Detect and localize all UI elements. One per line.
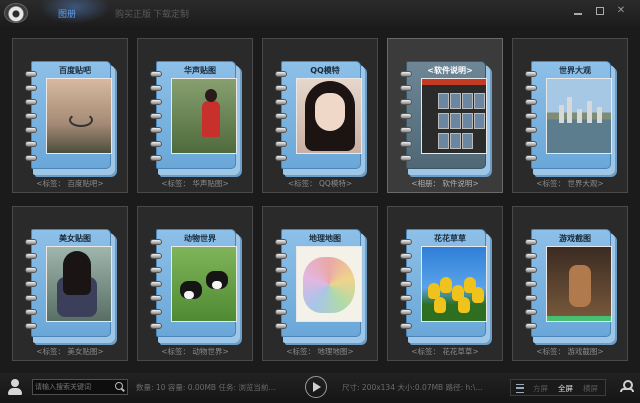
- book-cover: 地理地图: [281, 229, 362, 337]
- album-book: 百度贴吧: [25, 61, 115, 175]
- album-book: 动物世界: [150, 229, 240, 343]
- album-card[interactable]: 美女贴图 <标签： 美女贴图>: [12, 206, 128, 361]
- account-settings-icon[interactable]: [620, 379, 634, 393]
- close-icon[interactable]: ✕: [615, 5, 627, 17]
- album-card[interactable]: 百度贴吧 <标签： 百度贴吧>: [12, 38, 128, 193]
- album-caption: <标签： 华声贴图>: [161, 179, 229, 188]
- book-cover: <软件说明>: [406, 61, 487, 169]
- maximize-icon[interactable]: [594, 5, 606, 17]
- album-title: QQ模特: [310, 66, 340, 75]
- album-book: 美女贴图: [25, 229, 115, 343]
- title-bar: 图册 购买正版 下载定制 ✕: [0, 0, 640, 26]
- dogs-grass-photo: [171, 246, 237, 322]
- album-title: 华声贴图: [184, 66, 216, 75]
- album-card[interactable]: 游戏截图 <标签： 游戏截图>: [512, 206, 628, 361]
- view-fullscreen-option[interactable]: 全屏: [558, 383, 573, 394]
- minimize-icon[interactable]: [572, 5, 584, 17]
- album-book: QQ模特: [275, 61, 365, 175]
- album-title: 美女贴图: [59, 234, 91, 243]
- book-cover: QQ模特: [281, 61, 362, 169]
- album-caption: <标签： 美女贴图>: [36, 347, 104, 356]
- girl-bicycle-photo: [46, 246, 112, 322]
- album-title: 地理地图: [309, 234, 341, 243]
- app-logo-icon[interactable]: [4, 3, 28, 23]
- album-book: 华声贴图: [150, 61, 240, 175]
- china-map-photo: [296, 246, 362, 322]
- album-caption: <标签： QQ模特>: [287, 179, 353, 188]
- image-info-text: 尺寸: 200x134 大小:0.07MB 路径: h:\...: [342, 383, 483, 392]
- album-card[interactable]: 动物世界 <标签： 动物世界>: [137, 206, 253, 361]
- view-landscape-option[interactable]: 横屏: [583, 383, 598, 394]
- book-cover: 游戏截图: [531, 229, 612, 337]
- album-stats-text: 数量: 10 容量: 0.00MB 任务: 浏览当前...: [136, 383, 276, 392]
- album-book: 世界大观: [525, 61, 615, 175]
- album-caption: <标签： 花花草草>: [411, 347, 479, 356]
- book-cover: 百度贴吧: [31, 61, 112, 169]
- status-bar: 数量: 10 容量: 0.00MB 任务: 浏览当前... 尺寸: 200x13…: [0, 373, 640, 403]
- album-title: 花花草草: [434, 234, 466, 243]
- album-caption: <标签： 世界大观>: [536, 179, 604, 188]
- girl-street-photo: [171, 78, 237, 154]
- album-card[interactable]: 地理地图 <标签： 地理地图>: [262, 206, 378, 361]
- album-caption: <标签： 动物世界>: [161, 347, 229, 356]
- album-title: 百度贴吧: [59, 66, 91, 75]
- user-icon[interactable]: [7, 379, 23, 395]
- album-book: 地理地图: [275, 229, 365, 343]
- book-cover: 华声贴图: [156, 61, 237, 169]
- album-grid: 百度贴吧 <标签： 百度贴吧> 华声贴图 <标签： 华声贴图> QQ模特 <标签…: [12, 38, 630, 368]
- album-title: 动物世界: [184, 234, 216, 243]
- book-cover: 花花草草: [406, 229, 487, 337]
- album-book: 游戏截图: [525, 229, 615, 343]
- album-caption: <相册： 软件说明>: [411, 179, 479, 188]
- tab-download-custom[interactable]: 下载定制: [153, 7, 189, 20]
- city-skyline-photo: [546, 78, 612, 154]
- album-card[interactable]: QQ模特 <标签： QQ模特>: [262, 38, 378, 193]
- list-view-icon[interactable]: [516, 384, 524, 393]
- search-icon[interactable]: [115, 382, 123, 390]
- album-book: <软件说明>: [400, 61, 490, 175]
- album-card[interactable]: 花花草草 <标签： 花花草草>: [387, 206, 503, 361]
- tab-albums[interactable]: 图册: [58, 7, 76, 20]
- album-title: 游戏截图: [559, 234, 591, 243]
- album-caption: <标签： 地理地图>: [286, 347, 354, 356]
- album-card[interactable]: 世界大观 <标签： 世界大观>: [512, 38, 628, 193]
- view-square-option[interactable]: 方屏: [533, 383, 548, 394]
- girl-portrait-photo: [296, 78, 362, 154]
- software-screenshot: [421, 78, 487, 154]
- tattoo-shoulder-photo: [46, 78, 112, 154]
- game-screenshot-photo: [546, 246, 612, 322]
- play-slideshow-button[interactable]: [305, 376, 327, 398]
- album-title: 世界大观: [559, 66, 591, 75]
- album-caption: <标签： 游戏截图>: [536, 347, 604, 356]
- album-caption: <标签： 百度贴吧>: [36, 179, 104, 188]
- book-cover: 世界大观: [531, 61, 612, 169]
- search-box: [32, 379, 128, 395]
- album-title: <软件说明>: [427, 66, 473, 75]
- search-input[interactable]: [35, 381, 111, 393]
- yellow-tulips-photo: [421, 246, 487, 322]
- tab-buy-genuine[interactable]: 购买正版: [115, 7, 151, 20]
- book-cover: 动物世界: [156, 229, 237, 337]
- album-card[interactable]: 华声贴图 <标签： 华声贴图>: [137, 38, 253, 193]
- view-mode-group: 方屏 全屏 横屏: [510, 379, 606, 396]
- book-cover: 美女贴图: [31, 229, 112, 337]
- album-book: 花花草草: [400, 229, 490, 343]
- album-card-selected[interactable]: <软件说明> <相册： 软件说明>: [387, 38, 503, 193]
